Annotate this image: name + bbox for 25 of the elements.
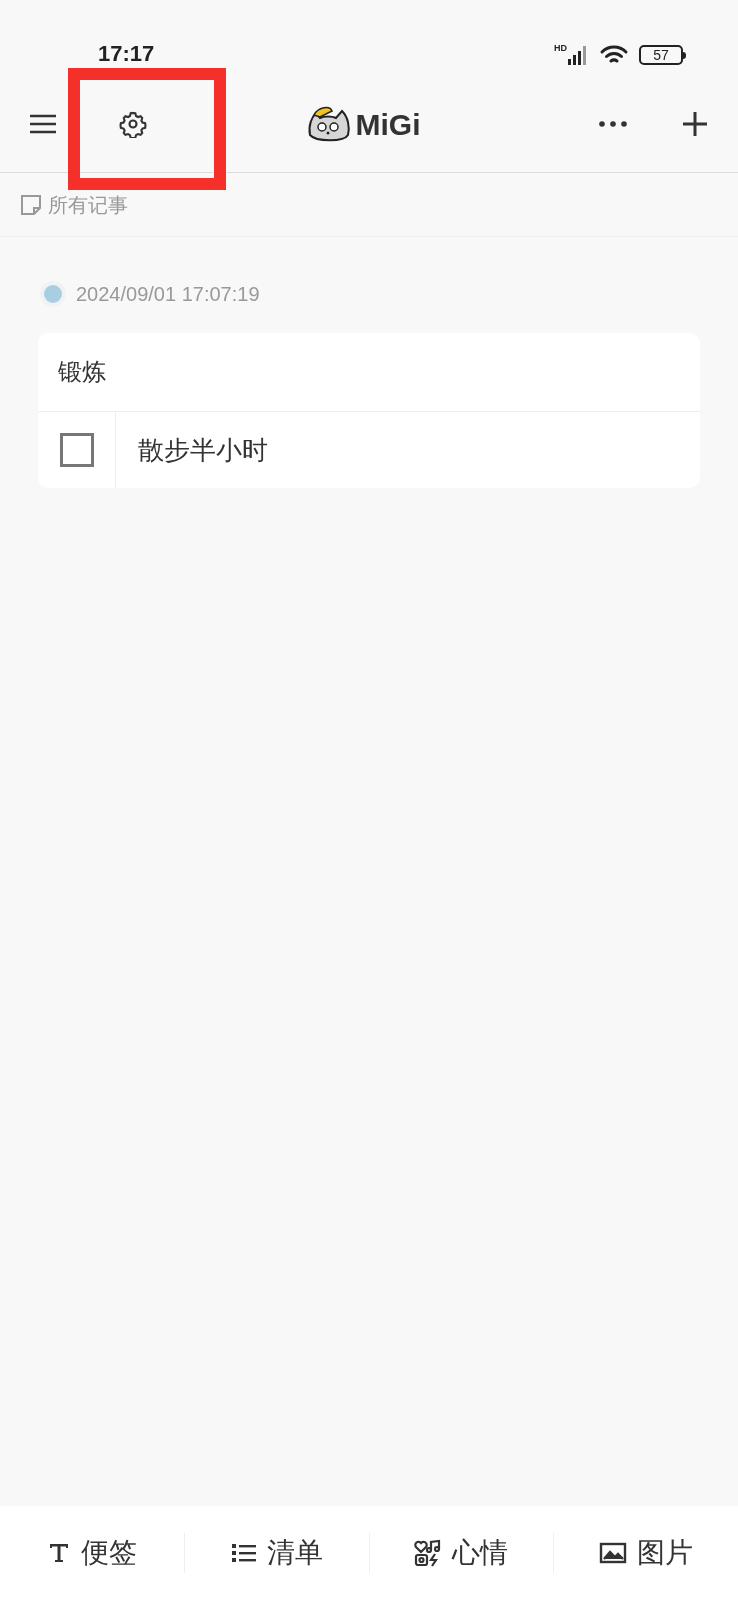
cat-logo-icon bbox=[305, 105, 352, 143]
settings-button[interactable] bbox=[118, 109, 148, 139]
battery-indicator: 57 bbox=[639, 45, 683, 65]
app-logo-text: MiGi bbox=[355, 106, 421, 143]
breadcrumb-label: 所有记事 bbox=[48, 192, 128, 218]
settings-icon bbox=[119, 110, 147, 138]
add-button[interactable] bbox=[680, 109, 710, 139]
menu-icon bbox=[30, 113, 56, 135]
toolbar-tab[interactable]: 便签 bbox=[46, 1532, 137, 1574]
signal-icon bbox=[567, 44, 589, 66]
toolbar-tab[interactable]: 心情 bbox=[414, 1532, 509, 1574]
add-icon bbox=[683, 112, 707, 136]
note-icon bbox=[20, 193, 42, 216]
note-title: 锻炼 bbox=[58, 357, 106, 387]
checkbox[interactable] bbox=[59, 433, 94, 467]
task-text: 散步半小时 bbox=[138, 433, 268, 467]
status-time: 17:17 bbox=[98, 40, 155, 68]
entry-date: 2024/09/01 17:07:19 bbox=[76, 282, 260, 307]
network-label: HD bbox=[554, 44, 567, 53]
more-icon bbox=[599, 121, 627, 127]
list-icon bbox=[230, 1541, 257, 1565]
toolbar-tab[interactable]: 图片 bbox=[599, 1532, 694, 1574]
toolbar-tab[interactable]: 清单 bbox=[230, 1532, 323, 1574]
heart-music-icon bbox=[414, 1539, 443, 1567]
image-icon bbox=[599, 1541, 628, 1565]
